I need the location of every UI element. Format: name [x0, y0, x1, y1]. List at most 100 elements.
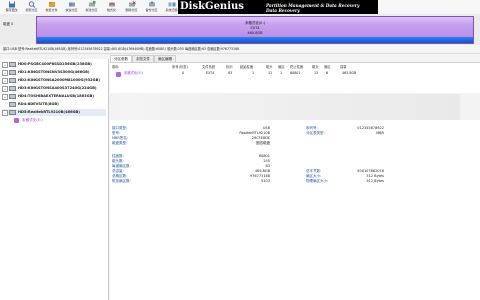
table-row[interactable]: 未格式化(E:) 0 EXT4 83 1 12 1 60801 13 6 465… — [110, 71, 480, 78]
prop-label: 柱面数: — [112, 154, 124, 158]
prop-label: 每道扇区数: — [112, 164, 131, 168]
prop-label: 序列号: — [306, 126, 318, 130]
col-header: 终止柱面 — [290, 65, 304, 69]
disk-info-text: 接口:USB 型号:RealtekRTL9210B(465GB) 序列号:012… — [3, 47, 240, 51]
prop-value: 255 — [263, 159, 270, 163]
format-label: 格式化 — [106, 8, 116, 12]
ramdisk-icon — [9, 102, 16, 107]
prop-value: 固态磁盘 — [256, 141, 270, 145]
recover-icon — [48, 2, 55, 7]
tree-disk-label: HD1:KINGSTONSNV3S500G(466GB) — [18, 70, 90, 74]
collapse-icon[interactable]: − — [2, 110, 8, 116]
expand-icon[interactable]: + — [2, 70, 8, 76]
table-cell: 0 — [182, 71, 185, 75]
new-partition-icon — [88, 1, 95, 7]
expand-icon[interactable]: + — [2, 62, 8, 68]
table-cell: 60801 — [290, 71, 301, 75]
table-cell: 83 — [228, 71, 233, 75]
tab-partition-params[interactable]: 分区参数 — [110, 55, 132, 62]
expand-icon[interactable]: + — [2, 78, 8, 84]
recover-files-button[interactable]: 恢复文件 — [42, 1, 61, 13]
tree-partition[interactable]: 未格式化(E:) — [12, 117, 102, 124]
tree-disk-label: RD4:8DEVSITE(8GB) — [18, 102, 59, 106]
prop-label: 分区表类型: — [306, 131, 325, 135]
col-header: 磁头 — [312, 65, 319, 69]
tab-bar: 分区参数 浏览文件 扇区编辑 — [110, 55, 480, 63]
partition-size: 465.8GB — [247, 31, 263, 35]
prop-value: 5103 — [261, 179, 270, 183]
tree-disk-hd4[interactable]: + HD4:TOSHIBAEXTERNALUSB(1863GB) — [2, 93, 106, 100]
prop-label: MBR签名: — [112, 136, 129, 140]
brand-logo: DiskGenius — [180, 1, 244, 12]
brand-banner: DiskGenius Partition Management & Data R… — [178, 0, 378, 15]
col-header: 卷标 — [112, 65, 119, 69]
tree-disk-hd0[interactable]: + HD0:PSGBC400P8SSD256GB(238GB) — [2, 61, 106, 68]
search-partition-label: 搜索分区 — [25, 8, 38, 12]
prop-value: 512 Bytes — [366, 174, 384, 178]
disk-icon — [9, 86, 16, 91]
tree-disk-label: HD5:RealtekRTL9210B(466GB) — [18, 110, 80, 114]
prop-value: MBR — [376, 131, 384, 135]
disk-icon — [9, 94, 16, 99]
partition-name: 未格式化(E:) — [244, 21, 266, 25]
save-label: 保存更改 — [5, 8, 18, 12]
table-cell: 465.8GB — [342, 71, 357, 75]
prop-label: 附加扇区数: — [112, 179, 131, 183]
prop-value: 60801 — [258, 154, 270, 158]
prop-label: 总扇区数: — [112, 174, 128, 178]
quick-partition-label: 快速分区 — [65, 8, 78, 12]
tree-disk-hd2[interactable]: + HD2:KINGSTONSA2000M81000G(932GB) — [2, 77, 106, 84]
col-header: 扇区 — [324, 65, 331, 69]
disk-icon — [9, 78, 16, 83]
col-header: 标识 — [226, 65, 233, 69]
delete-partition-label: 删除分区 — [125, 8, 138, 12]
tab-browse-files[interactable]: 浏览文件 — [132, 55, 154, 62]
tree-disk-label: HD2:KINGSTONSA2000M81000G(932GB) — [18, 78, 100, 82]
disk-properties: 接口类型: USB 序列号: 012345678922 型号: RealtekR… — [110, 120, 480, 300]
tree-partition-label: 未格式化(E:) — [22, 118, 43, 122]
tree-disk-rd4[interactable]: RD4:8DEVSITE(8GB) — [2, 101, 106, 108]
save-icon — [8, 1, 15, 8]
migrate-icon — [168, 2, 175, 7]
tree-disk-hd3[interactable]: + HD3:KINGSTONSA400S37240G(224GB) — [2, 85, 106, 92]
tree-disk-label: HD3:KINGSTONSA400S37240G(224GB) — [18, 86, 97, 90]
col-header: 序号(状态) — [172, 65, 188, 69]
tree-disk-hd1[interactable]: + HD1:KINGSTONSNV3S500G(466GB) — [2, 69, 106, 76]
col-header: 文件系统 — [202, 65, 216, 69]
tree-disk-hd5[interactable]: − HD5:RealtekRTL9210B(466GB) — [2, 109, 106, 116]
prop-label: 总容量: — [112, 169, 124, 173]
prop-label: 总字节数: — [306, 169, 322, 173]
format-button[interactable]: 格式化 — [102, 1, 121, 13]
delete-partition-button[interactable]: 删除分区 — [122, 1, 141, 13]
tree-disk-label: HD0:PSGBC400P8SSD256GB(238GB) — [18, 62, 92, 66]
partition-fs: EXT4 — [250, 26, 260, 30]
search-icon — [28, 1, 35, 8]
prop-value: 500107862016 — [357, 169, 384, 173]
prop-value: 29CFE8DE — [251, 136, 270, 140]
col-header: 起始柱面 — [240, 65, 254, 69]
table-cell: 12 — [268, 71, 273, 75]
disk-icon — [9, 70, 16, 75]
brand-tagline-2: Data Recovery — [266, 8, 300, 13]
expand-icon[interactable]: + — [2, 94, 8, 100]
table-cell: 未格式化(E:) — [124, 71, 143, 75]
save-button[interactable]: 保存更改 — [2, 1, 21, 13]
prop-label: 磁头数: — [112, 159, 124, 163]
search-partition-button[interactable]: 搜索分区 — [22, 1, 41, 13]
expand-icon[interactable]: + — [2, 86, 8, 92]
prop-value: 012345678922 — [357, 126, 384, 130]
new-partition-button[interactable]: 新建分区 — [82, 1, 101, 13]
new-partition-label: 新建分区 — [85, 8, 98, 12]
prop-label: 型号: — [112, 131, 121, 135]
prop-label: 磁盘类型: — [112, 141, 128, 145]
col-header: 容量 — [340, 65, 347, 69]
backup-partition-button[interactable]: 备份分区 — [142, 1, 161, 13]
table-cell: EXT4 — [206, 71, 215, 75]
table-cell: 1 — [280, 71, 283, 75]
disk-label: 磁盘 0 — [3, 22, 14, 26]
recover-files-label: 恢复文件 — [45, 8, 58, 12]
disk-icon — [9, 62, 16, 67]
tab-sector-editor[interactable]: 扇区编辑 — [154, 55, 176, 62]
partition-icon — [116, 72, 121, 77]
quick-partition-button[interactable]: 快速分区 — [62, 1, 81, 13]
